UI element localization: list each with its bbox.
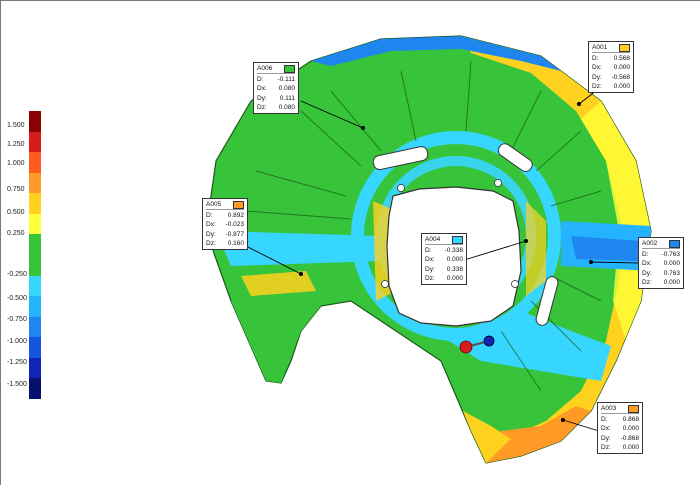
annotation-value-dx: 0.000 bbox=[446, 256, 463, 264]
annotation-id: A004 bbox=[425, 236, 441, 243]
annotation-value-dz: 0.000 bbox=[613, 82, 630, 90]
annotation-label: D: bbox=[206, 212, 213, 220]
annotation-id: A006 bbox=[257, 65, 273, 72]
annotation-swatch bbox=[284, 64, 295, 73]
annotation-value-dz: 0.000 bbox=[446, 274, 463, 282]
annotation-value-dz: 0.000 bbox=[622, 443, 639, 451]
annotation-label: Dy: bbox=[257, 94, 267, 102]
scale-label: 1.500 bbox=[7, 122, 25, 129]
annotation-label: Dz: bbox=[257, 103, 267, 111]
annotation-value-dx: 0.080 bbox=[278, 85, 295, 93]
annotation-label: Dy: bbox=[601, 434, 611, 442]
annotation-swatch bbox=[619, 43, 630, 52]
annotation-value-dz: 0.080 bbox=[278, 103, 295, 111]
scale-label: -0.750 bbox=[7, 316, 27, 323]
annotation-value-dx: 0.000 bbox=[663, 260, 680, 268]
scale-band bbox=[29, 296, 41, 318]
annotation-a004[interactable]: A004 D: -0.338 Dx: 0.000 Dy: 0.338 Dz: 0.000 bbox=[421, 233, 467, 286]
annotation-value-dy: -0.568 bbox=[611, 73, 630, 81]
annotation-a003[interactable]: A003 D: 0.868 Dx: 0.000 Dy: -0.868 Dz: 0.000 bbox=[597, 402, 643, 455]
scale-band bbox=[29, 193, 41, 215]
scale-band bbox=[29, 275, 41, 297]
annotation-a005[interactable]: A005 D: 0.892 Dx: -0.023 Dy: -0.877 Dz: 0.160 bbox=[202, 198, 248, 251]
annotation-label: Dx: bbox=[206, 221, 216, 229]
annotation-value-d: 0.868 bbox=[622, 416, 639, 424]
annotation-value-d: 0.568 bbox=[613, 55, 630, 63]
scale-band bbox=[29, 234, 41, 256]
annotation-swatch bbox=[233, 200, 244, 209]
scale-band bbox=[29, 152, 41, 174]
annotation-value-dz: 0.160 bbox=[227, 239, 244, 247]
scale-band bbox=[29, 357, 41, 379]
scale-band bbox=[29, 337, 41, 359]
scale-band bbox=[29, 111, 41, 133]
scale-band bbox=[29, 316, 41, 338]
annotation-label: Dz: bbox=[425, 274, 435, 282]
annotation-swatch bbox=[628, 404, 639, 413]
annotation-id: A003 bbox=[601, 405, 617, 412]
annotation-id: A002 bbox=[642, 240, 658, 247]
annotation-label: D: bbox=[601, 416, 608, 424]
annotation-value-dx: 0.000 bbox=[613, 64, 630, 72]
annotation-value-dy: 0.111 bbox=[279, 94, 295, 102]
annotation-label: Dy: bbox=[642, 269, 652, 277]
annotation-value-dy: -0.877 bbox=[225, 230, 244, 238]
scale-band bbox=[29, 255, 41, 277]
annotation-swatch bbox=[452, 235, 463, 244]
scale-label: -1.500 bbox=[7, 381, 27, 388]
scale-label: 0.750 bbox=[7, 186, 25, 193]
annotation-value-d: 0.892 bbox=[227, 212, 244, 220]
scale-label: -1.000 bbox=[7, 338, 27, 345]
scale-label: -0.500 bbox=[7, 295, 27, 302]
annotation-label: D: bbox=[257, 76, 264, 84]
annotation-label: D: bbox=[592, 55, 599, 63]
3d-viewport[interactable]: 1.500 1.250 1.000 0.750 0.500 0.250 -0.250 -0.5… bbox=[0, 0, 700, 485]
annotation-label: Dx: bbox=[425, 256, 435, 264]
scale-label: 1.000 bbox=[7, 160, 25, 167]
annotation-value-d: -0.338 bbox=[444, 247, 463, 255]
annotation-value-dz: 0.000 bbox=[663, 278, 680, 286]
annotation-label: Dy: bbox=[206, 230, 216, 238]
annotation-swatch bbox=[669, 239, 680, 248]
annotation-value-dy: 0.338 bbox=[446, 265, 463, 273]
scale-label: -0.250 bbox=[7, 271, 27, 278]
scale-band bbox=[29, 213, 41, 235]
annotation-label: Dy: bbox=[592, 73, 602, 81]
annotation-label: Dz: bbox=[592, 82, 602, 90]
annotation-label: Dy: bbox=[425, 265, 435, 273]
annotation-value-dy: 0.763 bbox=[663, 269, 680, 277]
annotation-label: Dz: bbox=[642, 278, 652, 286]
annotation-a006[interactable]: A006 D: -0.111 Dx: 0.080 Dy: 0.111 Dz: 0.080 bbox=[253, 62, 299, 115]
annotation-label: D: bbox=[425, 247, 432, 255]
annotation-id: A005 bbox=[206, 201, 222, 208]
scale-label: 1.250 bbox=[7, 141, 25, 148]
annotation-label: Dz: bbox=[206, 239, 216, 247]
annotation-label: D: bbox=[642, 251, 649, 259]
annotation-label: Dx: bbox=[257, 85, 267, 93]
scale-band bbox=[29, 131, 41, 153]
annotation-label: Dx: bbox=[601, 425, 611, 433]
annotation-value-d: -0.111 bbox=[277, 76, 295, 84]
annotation-label: Dx: bbox=[642, 260, 652, 268]
scale-label: 0.250 bbox=[7, 230, 25, 237]
annotation-id: A001 bbox=[592, 44, 608, 51]
annotation-label: Dz: bbox=[601, 443, 611, 451]
scale-band bbox=[29, 172, 41, 194]
scale-label: 0.500 bbox=[7, 209, 25, 216]
annotation-value-dx: -0.023 bbox=[225, 221, 244, 229]
annotation-value-dy: -0.868 bbox=[620, 434, 639, 442]
scale-band bbox=[29, 378, 41, 400]
annotation-label: Dx: bbox=[592, 64, 602, 72]
scale-label: -1.250 bbox=[7, 359, 27, 366]
annotation-value-d: -0.763 bbox=[661, 251, 680, 259]
annotation-a002[interactable]: A002 D: -0.763 Dx: 0.000 Dy: 0.763 Dz: 0.000 bbox=[638, 237, 684, 290]
annotation-a001[interactable]: A001 D: 0.568 Dx: 0.000 Dy: -0.568 Dz: 0.000 bbox=[588, 41, 634, 94]
annotation-value-dx: 0.000 bbox=[622, 425, 639, 433]
